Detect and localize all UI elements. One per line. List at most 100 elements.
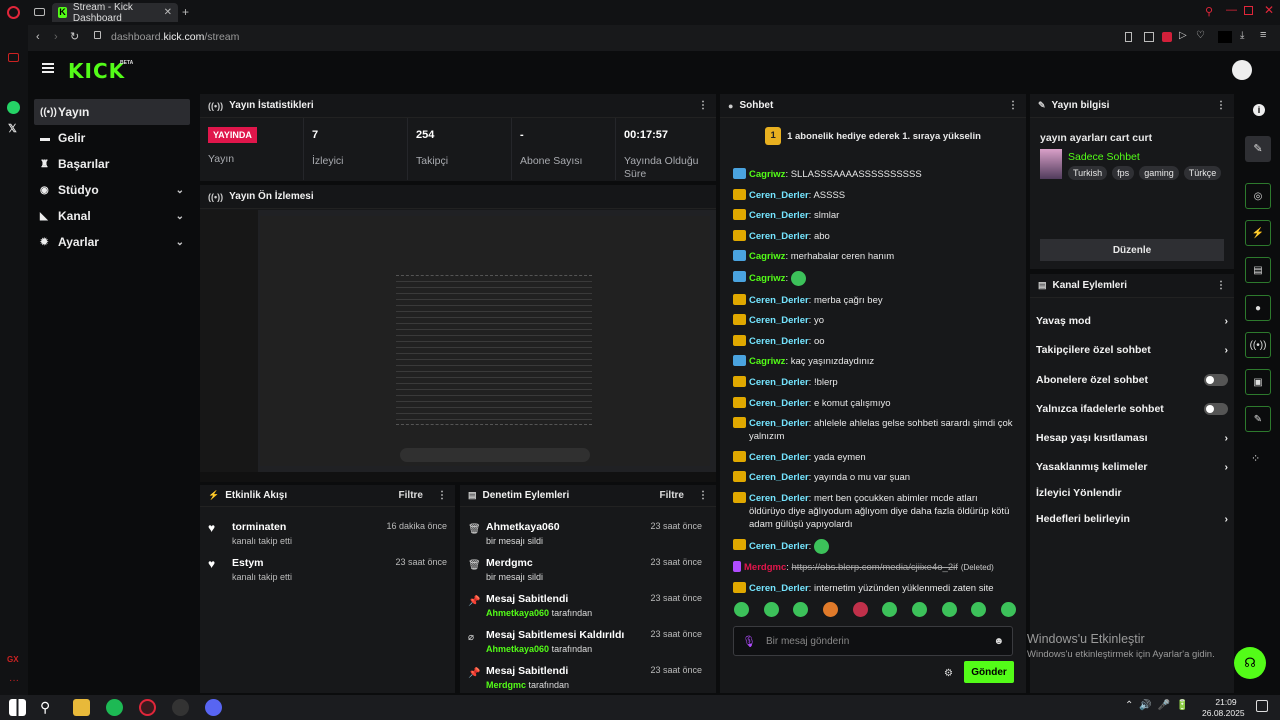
- camera-icon[interactable]: ◎: [1245, 183, 1271, 209]
- menu-icon[interactable]: ≡: [1260, 29, 1266, 41]
- shield-icon[interactable]: [1162, 32, 1172, 42]
- mod-user[interactable]: Ahmetkaya060: [486, 644, 549, 654]
- gx-icon[interactable]: GX: [7, 655, 19, 664]
- emoji-icon[interactable]: ☻: [993, 636, 1004, 647]
- emote-icon[interactable]: [763, 602, 779, 617]
- emote-icon[interactable]: [822, 602, 838, 617]
- stream-preview-video[interactable]: [200, 210, 716, 482]
- whatsapp-icon[interactable]: [7, 101, 20, 114]
- emote-icon[interactable]: [941, 602, 957, 617]
- chat-username[interactable]: Ceren_Derler: [749, 315, 809, 326]
- activity-user[interactable]: Estym: [232, 557, 292, 569]
- more-options-icon[interactable]: ⋮: [437, 490, 447, 501]
- emote-icon[interactable]: [793, 602, 809, 617]
- maximize-button[interactable]: [1244, 6, 1253, 15]
- layout-icon[interactable]: ▣: [1245, 369, 1271, 395]
- nav-item-basarilar[interactable]: ♜ Başarılar: [34, 151, 190, 177]
- document-icon[interactable]: ▤: [1245, 257, 1271, 283]
- emote-icon[interactable]: [852, 602, 868, 617]
- toggle-switch[interactable]: [1204, 373, 1228, 386]
- microphone-icon[interactable]: 🎙: [742, 635, 756, 648]
- chat-username[interactable]: Cagriwz: [749, 356, 785, 367]
- emote-icon[interactable]: [971, 602, 987, 617]
- chat-bubble-icon[interactable]: ●: [1245, 295, 1271, 321]
- opera-logo-icon[interactable]: [7, 6, 20, 19]
- chat-input[interactable]: 🎙 Bir mesaj gönderin ☻: [733, 626, 1013, 656]
- action-account-age[interactable]: Hesap yaşı kısıtlaması ›: [1030, 423, 1234, 452]
- more-options-icon[interactable]: ⋮: [1216, 280, 1226, 291]
- nav-item-ayarlar[interactable]: ✹ Ayarlar ⌄: [34, 229, 190, 255]
- tag[interactable]: Turkish: [1068, 166, 1108, 180]
- chat-username[interactable]: Ceren_Derler: [749, 336, 809, 347]
- chat-username[interactable]: Ceren_Derler: [749, 398, 809, 409]
- bookmark-icon[interactable]: [1125, 32, 1132, 42]
- spotify-icon[interactable]: [106, 699, 123, 716]
- action-slow-mode[interactable]: Yavaş mod ›: [1030, 306, 1234, 335]
- clock-date[interactable]: 26.08.2025: [1202, 708, 1245, 718]
- windows-start-icon[interactable]: [9, 699, 26, 716]
- chat-username[interactable]: Cagriwz: [749, 273, 785, 284]
- forward-icon[interactable]: ›: [54, 31, 58, 43]
- nav-item-gelir[interactable]: ▬ Gelir: [34, 125, 190, 151]
- chat-username[interactable]: Ceren_Derler: [749, 377, 809, 388]
- more-options-icon[interactable]: ⋮: [698, 490, 708, 501]
- download-icon[interactable]: ⤓: [1240, 30, 1244, 41]
- edit-button[interactable]: Düzenle: [1040, 239, 1224, 261]
- nav-item-yayin[interactable]: ((•)) Yayın: [34, 99, 190, 125]
- tag[interactable]: fps: [1112, 166, 1135, 180]
- mod-user[interactable]: Ahmetkaya060: [486, 608, 549, 618]
- play-icon[interactable]: ▷: [1179, 30, 1187, 41]
- emote-icon[interactable]: [911, 602, 927, 617]
- chat-username[interactable]: Ceren_Derler: [749, 210, 809, 221]
- toggle-switch[interactable]: [1204, 402, 1228, 415]
- apps-icon[interactable]: ⁘: [1251, 452, 1260, 465]
- lightning-icon[interactable]: ⚡: [1245, 220, 1271, 246]
- heart-icon[interactable]: ♡: [1196, 30, 1205, 41]
- gift-banner[interactable]: 1 1 abonelik hediye ederek 1. sıraya yük…: [720, 118, 1026, 154]
- reload-icon[interactable]: ↻: [70, 30, 79, 43]
- chat-username[interactable]: Ceren_Derler: [749, 418, 809, 429]
- search-tabs-icon[interactable]: ⚲: [1205, 5, 1213, 18]
- chat-username[interactable]: Ceren_Derler: [749, 472, 809, 483]
- action-goals[interactable]: Hedefleri belirleyin ›: [1030, 504, 1234, 533]
- clock-time[interactable]: 21:09: [1212, 697, 1240, 707]
- new-tab-button[interactable]: +: [182, 5, 189, 19]
- emote-icon[interactable]: [813, 538, 829, 554]
- tab-manager-icon[interactable]: [34, 8, 45, 16]
- browser-tab[interactable]: K Stream - Kick Dashboard ✕: [52, 2, 178, 24]
- search-icon[interactable]: ⚲: [40, 699, 57, 716]
- chat-username[interactable]: Ceren_Derler: [749, 541, 809, 552]
- chat-username[interactable]: Cagriwz: [749, 169, 785, 180]
- emote-icon[interactable]: [790, 270, 806, 286]
- chat-username[interactable]: Ceren_Derler: [749, 452, 809, 463]
- info-icon[interactable]: i: [1253, 104, 1265, 116]
- emote-icon[interactable]: [734, 602, 749, 617]
- snapshot-icon[interactable]: [1144, 32, 1154, 42]
- emote-icon[interactable]: [882, 602, 898, 617]
- support-chat-button[interactable]: ☊: [1234, 647, 1266, 679]
- close-window-button[interactable]: ✕: [1264, 3, 1274, 17]
- wallet-icon[interactable]: [8, 53, 19, 62]
- chat-username[interactable]: Ceren_Derler: [749, 493, 809, 504]
- more-options-icon[interactable]: ⋮: [698, 100, 708, 111]
- chat-username[interactable]: Ceren_Derler: [749, 295, 809, 306]
- tray-icons[interactable]: ⌃🔊🎤🔋: [1125, 700, 1195, 711]
- tag[interactable]: Türkçe: [1183, 166, 1222, 180]
- mod-user[interactable]: Merdgmc: [486, 680, 526, 690]
- nav-item-kanal[interactable]: ◣ Kanal ⌄: [34, 203, 190, 229]
- opera-gx-icon[interactable]: [139, 699, 156, 716]
- chat-username[interactable]: Ceren_Derler: [749, 231, 809, 242]
- chat-settings-icon[interactable]: ⚙: [944, 668, 953, 679]
- wrench-icon[interactable]: ✎: [1245, 406, 1271, 432]
- chat-username[interactable]: Ceren_Derler: [749, 190, 809, 201]
- emote-icon[interactable]: [1000, 602, 1016, 617]
- filter-button[interactable]: Filtre: [399, 490, 423, 501]
- hamburger-icon[interactable]: [42, 63, 54, 73]
- url-field[interactable]: dashboard.kick.com/stream: [111, 31, 239, 43]
- nav-item-studyo[interactable]: ◉ Stüdyo ⌄: [34, 177, 190, 203]
- back-icon[interactable]: ‹: [36, 31, 40, 43]
- more-options-icon[interactable]: ⋮: [1216, 100, 1226, 111]
- edit-icon[interactable]: ✎: [1245, 136, 1271, 162]
- send-button[interactable]: Gönder: [964, 661, 1014, 683]
- filter-button[interactable]: Filtre: [660, 490, 684, 501]
